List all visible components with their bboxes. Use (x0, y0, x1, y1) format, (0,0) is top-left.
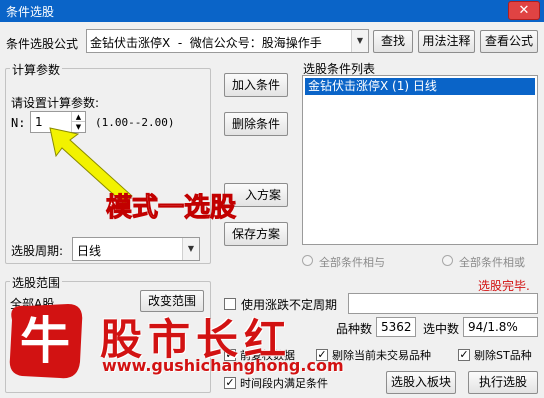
annotation-text: 模式一选股 (105, 193, 237, 224)
count-value: 5362 (381, 320, 412, 334)
no-st-label: 剔除ST品种 (474, 349, 532, 362)
close-button[interactable]: ✕ (508, 1, 540, 20)
no-trade-label: 剔除当前未交易品种 (332, 349, 431, 362)
params-prompt: 请设置计算参数: (11, 96, 100, 110)
title-bar: 条件选股 ✕ (0, 0, 544, 22)
status-text: 选股完毕. (478, 279, 530, 293)
save-plan-button[interactable]: 保存方案 (224, 222, 288, 246)
period-input[interactable] (348, 293, 538, 314)
period-label: 选股周期: (11, 244, 64, 258)
formula-label: 条件选股公式 (6, 37, 79, 51)
view-formula-button[interactable]: 查看公式 (480, 30, 538, 53)
brand-url: www.gushichanghong.com (102, 356, 344, 375)
period-select[interactable]: 日线 ▼ (72, 237, 200, 261)
list-item[interactable]: 金钻伏击涨停X (1) 日线 (305, 78, 535, 95)
no-st-checkbox[interactable]: ✓ (458, 349, 470, 361)
delete-condition-button[interactable]: 删除条件 (224, 112, 288, 136)
scope-group-title: 选股范围 (10, 274, 63, 291)
time-span-label: 时间段内满足条件 (240, 377, 328, 390)
find-button[interactable]: 查找 (373, 30, 413, 53)
brand-logo: 牛 (9, 304, 83, 379)
count-field: 5362 (376, 317, 416, 337)
radio-or[interactable] (442, 255, 453, 266)
selected-value: 94/1.8% (468, 320, 518, 334)
run-selection-button[interactable]: 执行选股 (468, 371, 538, 394)
period-value: 日线 (77, 244, 102, 258)
n-label: N: (11, 116, 26, 130)
selected-field: 94/1.8% (463, 317, 538, 337)
radio-and[interactable] (302, 255, 313, 266)
brand-logo-char: 牛 (20, 312, 70, 370)
count-label: 品种数 (336, 322, 373, 336)
add-condition-button[interactable]: 加入条件 (224, 73, 288, 97)
params-group-title: 计算参数 (10, 61, 63, 78)
radio-or-label: 全部条件相或 (459, 256, 525, 269)
usage-button[interactable]: 用法注释 (418, 30, 475, 53)
conditions-list[interactable]: 金钻伏击涨停X (1) 日线 (302, 75, 538, 245)
formula-value: 金钻伏击涨停X - 微信公众号：股海操作手 (90, 36, 322, 50)
chevron-down-icon[interactable]: ▼ (182, 238, 199, 260)
formula-select[interactable]: 金钻伏击涨停X - 微信公众号：股海操作手 ▼ (86, 29, 369, 53)
selected-label: 选中数 (423, 322, 460, 336)
radio-and-label: 全部条件相与 (319, 256, 385, 269)
time-span-checkbox[interactable]: ✓ (224, 377, 236, 389)
chevron-down-icon[interactable]: ▼ (351, 30, 368, 52)
window-title: 条件选股 (6, 5, 55, 19)
to-block-button[interactable]: 选股入板块 (386, 371, 456, 394)
